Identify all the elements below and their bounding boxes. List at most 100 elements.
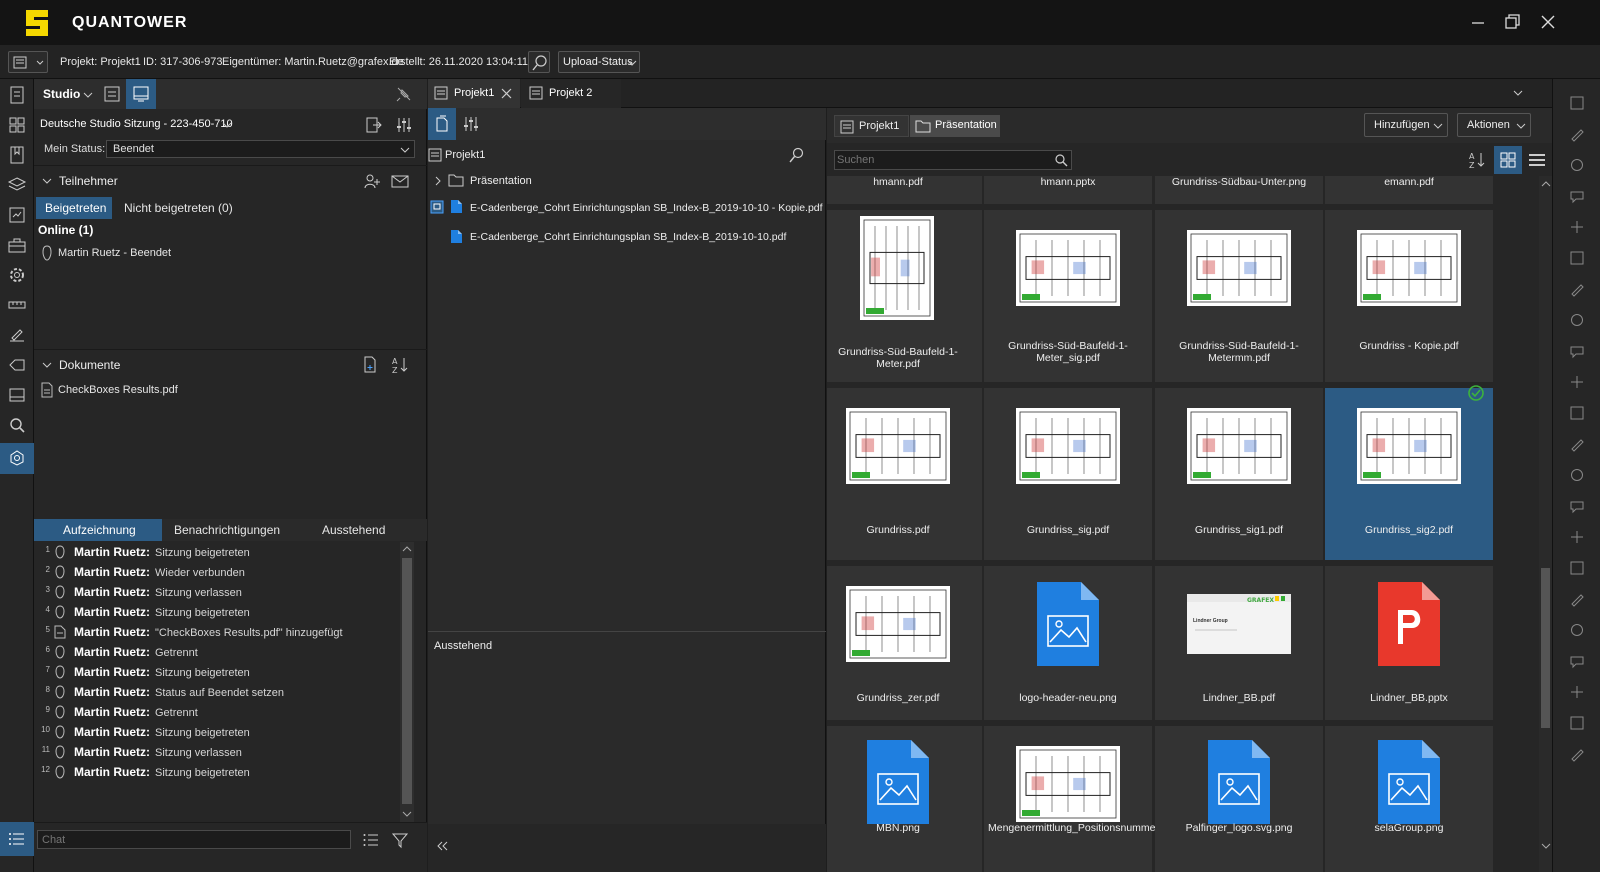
unpin-icon[interactable] [394,84,414,104]
measure-volume-icon[interactable] [1569,622,1585,638]
tab-project1[interactable]: Projekt1 [428,79,520,109]
measure-area-icon[interactable] [1569,498,1585,514]
overlay-icon[interactable] [1569,715,1585,731]
minimize-icon[interactable] [1468,12,1488,32]
thumbnails-icon[interactable] [7,115,27,135]
shape-circle-icon[interactable] [1569,219,1585,235]
chat-list-icon[interactable] [361,830,381,850]
expand-chevron-icon[interactable] [434,176,442,186]
file-tile[interactable]: Grundriss_sig2.pdf [1325,385,1493,560]
email-icon[interactable] [390,171,410,191]
file-tile[interactable]: Grundriss-Süd-Baufeld-1-Meter.pdf [827,210,982,382]
filter-icon[interactable] [390,830,410,850]
participants-section-header[interactable]: Teilnehmer [34,165,427,195]
distribute-icon[interactable] [1569,436,1585,452]
tag-icon[interactable] [7,355,27,375]
search-user-button[interactable] [528,51,550,73]
pen-tool-icon[interactable] [1569,126,1585,142]
tab-project2[interactable]: Projekt 2 [521,79,621,109]
snap-icon[interactable] [1569,653,1585,669]
session-chevron-down-icon[interactable] [222,121,232,129]
log-scrollbar[interactable] [400,542,414,822]
file-search-input[interactable] [837,152,1037,168]
leave-session-icon[interactable] [364,115,384,135]
tabs-overflow-chevron-icon[interactable] [1513,89,1523,97]
document-icon[interactable] [7,85,27,105]
studio-title[interactable]: Studio [43,87,80,101]
file-tile[interactable]: selaGroup.png [1325,726,1493,872]
bookmarks-icon[interactable] [7,145,27,165]
list-view-rail-button[interactable] [0,822,34,856]
calibrate-icon[interactable] [1569,746,1585,762]
measure-angle-icon[interactable] [1569,560,1585,576]
tree-root[interactable]: Projekt1 [445,149,485,161]
file-tile[interactable]: hmann.pptx [984,176,1152,204]
tree-file[interactable]: E-Cadenberge_Cohrt Einrichtungsplan SB_I… [470,202,823,214]
add-document-icon[interactable] [360,355,380,375]
highlighter-icon[interactable] [1569,157,1585,173]
toolbox-icon[interactable] [7,235,27,255]
file-tile[interactable]: Grundriss-Süd-Baufeld-1-Metermm.pdf [1155,210,1323,382]
breadcrumb-folder[interactable]: Präsentation [910,115,1000,137]
file-tile[interactable]: hmann.pdf [827,176,982,204]
measure-radius-icon[interactable] [1569,591,1585,607]
text-tool-icon[interactable] [1569,95,1585,111]
callout-icon[interactable] [1569,188,1585,204]
tree-file[interactable]: E-Cadenberge_Cohrt Einrichtungsplan SB_I… [470,231,786,243]
collapse-left-icon[interactable] [436,840,448,852]
breadcrumb-project[interactable]: Projekt1 [834,115,909,137]
measurements-ruler-icon[interactable] [7,295,27,315]
sessions-list-icon[interactable] [102,84,122,104]
studio-rail-button[interactable] [0,443,34,474]
document-item[interactable]: CheckBoxes Results.pdf [58,384,178,396]
file-tile[interactable]: emann.pdf [1325,176,1493,204]
grid-view-button[interactable] [1494,146,1522,174]
file-tile[interactable]: GRAFEX Lindner Group Lindner_BB.pdf [1155,566,1323,720]
documents-section-header[interactable]: Dokumente AZ [34,349,427,379]
file-tile[interactable]: Grundriss-Süd-Baufeld-1-Meter_sig.pdf [984,210,1152,382]
markups-list-icon[interactable] [7,205,27,225]
tab-pending[interactable]: Ausstehend [322,523,385,537]
measure-length-icon[interactable] [1569,467,1585,483]
file-tile[interactable]: MBN.png [827,726,982,872]
file-tile[interactable]: Grundriss - Kopie.pdf [1325,210,1493,382]
close-icon[interactable] [1538,12,1558,32]
tree-folder[interactable]: Präsentation [470,175,532,187]
files-view-button[interactable] [428,108,456,140]
chevron-down-icon[interactable] [83,91,93,99]
search-icon[interactable] [1054,153,1068,167]
file-tile[interactable]: Grundriss_zer.pdf [827,566,982,720]
image-tool-icon[interactable] [1569,312,1585,328]
layers-icon[interactable] [7,175,27,195]
collapse-chevron-icon[interactable] [42,177,52,185]
align-icon[interactable] [1569,405,1585,421]
view-menu-button[interactable] [8,51,48,73]
sort-az-icon[interactable]: AZ [1468,150,1488,170]
tab-notifications[interactable]: Benachrichtigungen [174,523,280,537]
collapse-chevron-icon[interactable] [42,361,52,369]
session-view-button[interactable] [126,79,156,109]
close-tab-icon[interactable] [501,88,512,99]
compare-icon[interactable] [1569,684,1585,700]
file-tile[interactable]: Grundriss.pdf [827,388,982,560]
tree-search-user-icon[interactable] [788,146,806,164]
rotate-icon[interactable] [1569,374,1585,390]
file-tile[interactable]: Grundriss-Südbau-Unter.png [1155,176,1323,204]
search-icon[interactable] [7,415,27,435]
restore-icon[interactable] [1502,12,1522,32]
tab-joined[interactable]: Beigetreten [36,197,112,219]
status-dropdown[interactable]: Beendet [106,140,415,158]
file-tile[interactable]: Lindner_BB.pptx [1325,566,1493,720]
stamp-tool-icon[interactable] [1569,281,1585,297]
actions-button[interactable]: Aktionen [1457,113,1531,137]
properties-gear-icon[interactable] [7,265,27,285]
invite-user-icon[interactable] [362,171,382,191]
session-settings-icon[interactable] [394,115,414,135]
sort-az-icon[interactable]: AZ [390,355,410,375]
signatures-icon[interactable] [7,325,27,345]
session-name[interactable]: Deutsche Studio Sitzung - 223-450-710 [40,118,233,130]
tab-recording[interactable]: Aufzeichnung [34,519,162,541]
file-tile[interactable]: Mengenermittlung_Positionsnummer.pdf [984,726,1176,872]
grid-scrollbar[interactable] [1539,176,1552,872]
tab-not-joined[interactable]: Nicht beigetreten (0) [124,201,233,215]
